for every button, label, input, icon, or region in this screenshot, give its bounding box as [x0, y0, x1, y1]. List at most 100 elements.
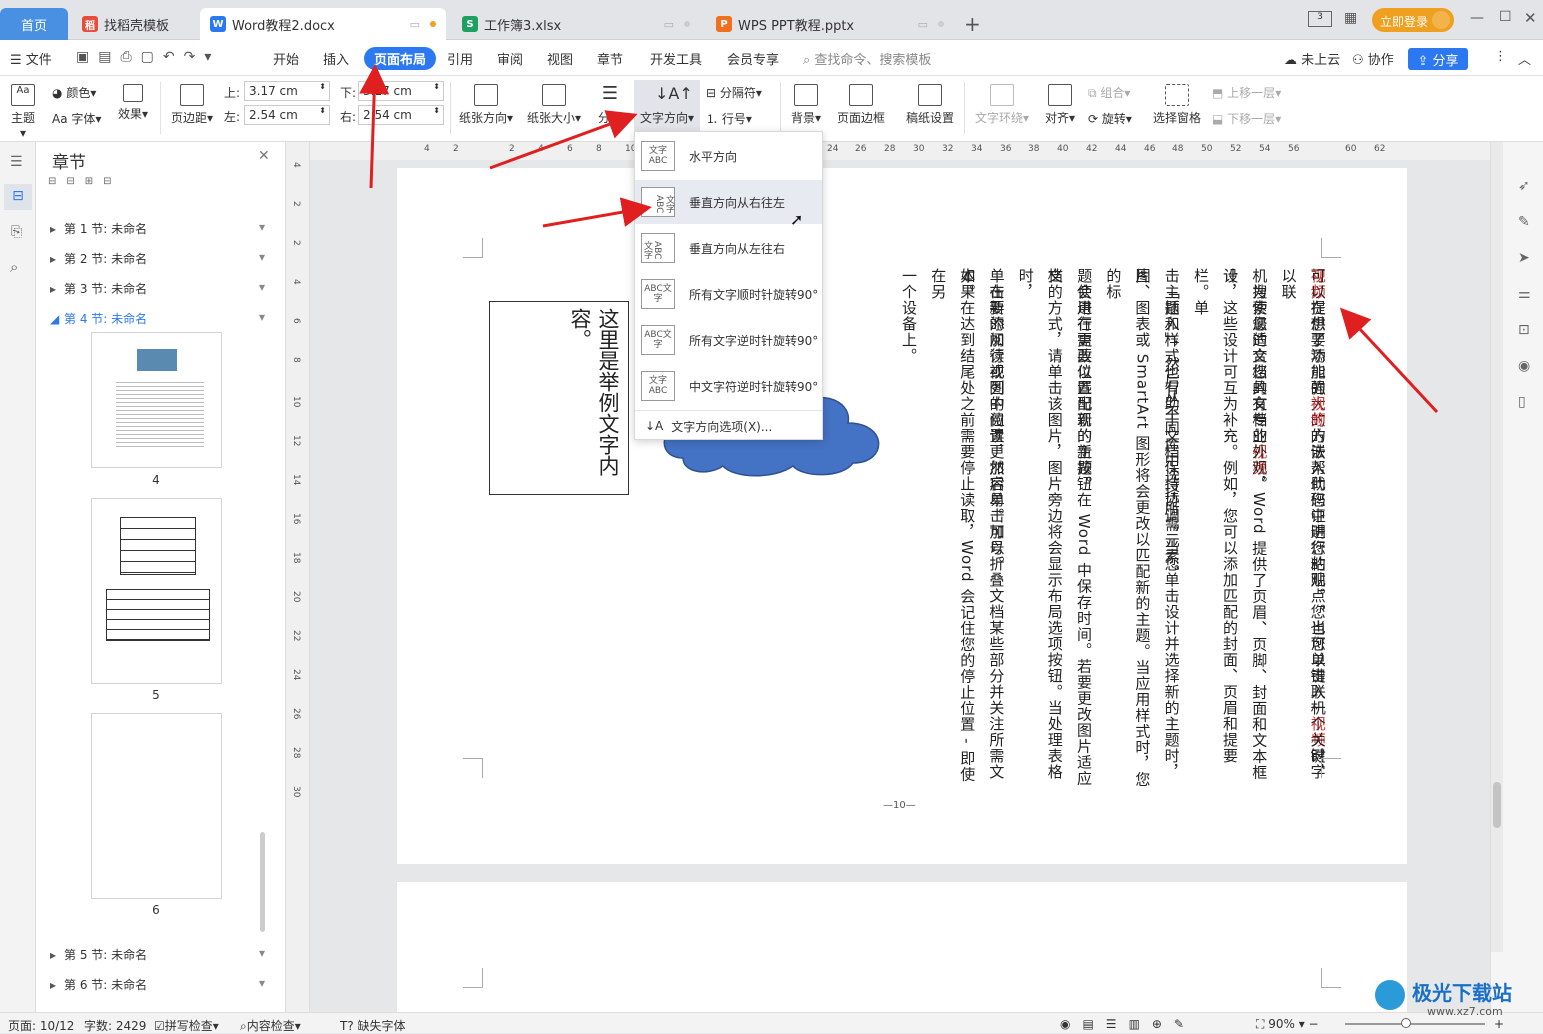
- scroll-thumb[interactable]: [1493, 782, 1501, 828]
- page-thumbnail-5[interactable]: [91, 498, 222, 684]
- page-thumbnail-6[interactable]: [91, 713, 222, 899]
- text-wrap-button[interactable]: 文字环绕▾: [974, 84, 1030, 126]
- left-margin-field[interactable]: 2.54 cm ⬍: [244, 105, 330, 125]
- send-backward-button[interactable]: ⬓ 下移一层▾: [1212, 110, 1281, 127]
- tab-word-doc[interactable]: W Word教程2.docx ▭: [200, 8, 446, 40]
- theme-button[interactable]: Aa 主题▾: [8, 84, 38, 140]
- layout-icon[interactable]: 3: [1308, 11, 1332, 27]
- word-count[interactable]: 字数: 2429: [84, 1017, 146, 1034]
- zoom-level[interactable]: ⛶ 90% ▾ −: [1256, 1017, 1319, 1032]
- collapse-ribbon-icon[interactable]: ︿: [1518, 49, 1531, 68]
- page-indicator[interactable]: 页面: 10/12: [8, 1017, 74, 1034]
- menu-item-options[interactable]: ↓A 文字方向选项(X)...: [635, 412, 822, 440]
- cursor-icon[interactable]: ➤: [1518, 250, 1530, 266]
- grid-paper-button[interactable]: 稿纸设置: [904, 84, 956, 126]
- view-modes[interactable]: ◉▤☰▥⊕✎: [1060, 1017, 1196, 1031]
- section-item-4[interactable]: ◢ 第 4 节: 未命名 ▾: [50, 310, 265, 327]
- breaks-icon: ⊟: [706, 86, 717, 100]
- columns-button[interactable]: ☰ 分栏: [592, 84, 628, 126]
- spell-check[interactable]: ☑拼写检查▾: [154, 1017, 219, 1034]
- document-page[interactable]: 这里是举例文字内容。 视频提供了功能强大的方法帮助您证明您的观点。当您单击联机视…: [397, 168, 1407, 864]
- nav-scrollbar[interactable]: [260, 832, 265, 932]
- tab-ppt[interactable]: P WPS PPT教程.pptx ▭: [706, 8, 954, 40]
- margins-button[interactable]: 页边距▾: [170, 84, 214, 126]
- menu-references[interactable]: 引用: [447, 49, 473, 68]
- location-icon[interactable]: ◉: [1518, 358, 1530, 374]
- menu-view[interactable]: 视图: [547, 49, 573, 68]
- menu-review[interactable]: 审阅: [497, 49, 523, 68]
- rocket-icon[interactable]: ➶: [1518, 178, 1530, 194]
- menu-item-rotate-ccw[interactable]: ABC文字 所有文字逆时针旋转90°: [635, 318, 822, 362]
- menu-page-layout[interactable]: 页面布局: [364, 47, 437, 70]
- paper-size-button[interactable]: 纸张大小▾: [524, 84, 584, 126]
- text-box[interactable]: 这里是举例文字内容。: [489, 301, 629, 495]
- close-icon[interactable]: ✕: [258, 148, 270, 164]
- chapter-nav-icon[interactable]: ⊟: [4, 184, 32, 210]
- page-thumbnail-4[interactable]: [91, 332, 222, 468]
- nav-tools[interactable]: ⊟⊟⊞⊟: [48, 176, 122, 187]
- search-icon[interactable]: ⌕: [10, 258, 18, 276]
- breaks-button[interactable]: ⊟ 分隔符▾: [706, 84, 762, 101]
- bring-forward-button[interactable]: ⬒ 上移一层▾: [1212, 84, 1281, 101]
- quick-access-toolbar[interactable]: ▣▤⎙▢↶↷▾: [76, 49, 220, 65]
- menu-chapter[interactable]: 章节: [597, 49, 623, 68]
- effects-button[interactable]: 效果▾: [116, 84, 150, 122]
- spinner-icon[interactable]: ⬍: [433, 82, 440, 91]
- menu-item-rotate-cw[interactable]: ABC文字 所有文字顺时针旋转90°: [635, 272, 822, 316]
- close-icon[interactable]: ✕: [1524, 9, 1537, 27]
- text-direction-button[interactable]: ↓A↑ 文字方向▾: [634, 80, 700, 138]
- maximize-icon[interactable]: ☐: [1499, 9, 1512, 25]
- section-item-3[interactable]: ▸ 第 3 节: 未命名 ▾: [50, 280, 265, 297]
- menu-developer[interactable]: 开发工具: [650, 49, 702, 68]
- menu-home[interactable]: 开始: [273, 49, 299, 68]
- content-check[interactable]: ⌕内容检查▾: [240, 1017, 301, 1034]
- section-item-6[interactable]: ▸ 第 6 节: 未命名 ▾: [50, 976, 265, 993]
- document-page[interactable]: [397, 882, 1407, 1012]
- outline-icon[interactable]: ☰: [10, 154, 23, 170]
- section-item-2[interactable]: ▸ 第 2 节: 未命名 ▾: [50, 250, 265, 267]
- section-item-1[interactable]: ▸ 第 1 节: 未命名 ▾: [50, 220, 265, 237]
- rotate-button[interactable]: ⟳ 旋转▾: [1088, 110, 1132, 127]
- orientation-button[interactable]: 纸张方向▾: [456, 84, 516, 126]
- selection-pane-button[interactable]: 选择窗格: [1152, 84, 1202, 126]
- colors-button[interactable]: ◕ 颜色▾: [52, 84, 96, 101]
- more-icon[interactable]: ⋮: [1494, 49, 1507, 64]
- tab-excel[interactable]: S 工作簿3.xlsx ▭: [452, 8, 700, 40]
- login-button[interactable]: 立即登录: [1372, 8, 1454, 32]
- tab-template[interactable]: 稻 找稻壳模板: [72, 8, 200, 40]
- command-search[interactable]: ⌕ 查找命令、搜索模板: [803, 49, 931, 68]
- menu-member[interactable]: 会员专享: [727, 49, 779, 68]
- minimize-icon[interactable]: —: [1470, 10, 1484, 26]
- new-tab-icon[interactable]: +: [964, 12, 981, 36]
- collab-button[interactable]: ⚇ 协作: [1352, 49, 1394, 68]
- sliders-icon[interactable]: ⚌: [1518, 286, 1531, 302]
- image-tool-icon[interactable]: ⊡: [1518, 322, 1530, 338]
- tab-home[interactable]: 首页: [0, 8, 68, 40]
- spinner-icon[interactable]: ⬍: [319, 106, 326, 115]
- menu-item-cjk-rotate[interactable]: 文字ABC 中文字符逆时针旋转90°: [635, 364, 822, 408]
- top-margin-field[interactable]: 3.17 cm ⬍: [244, 81, 330, 101]
- pen-icon[interactable]: ✎: [1518, 214, 1530, 230]
- right-margin-field[interactable]: 2.54 cm ⬍: [358, 105, 444, 125]
- grid-icon[interactable]: ▦: [1344, 10, 1357, 26]
- cloud-status[interactable]: ☁ 未上云: [1284, 49, 1340, 68]
- group-button[interactable]: ⧉ 组合▾: [1088, 84, 1130, 101]
- vertical-scrollbar[interactable]: [1491, 142, 1503, 952]
- spinner-icon[interactable]: ⬍: [319, 82, 326, 91]
- book-icon[interactable]: ▯: [1518, 394, 1526, 410]
- file-menu[interactable]: ☰ 文件: [10, 49, 52, 68]
- section-item-5[interactable]: ▸ 第 5 节: 未命名 ▾: [50, 946, 265, 963]
- spinner-icon[interactable]: ⬍: [433, 106, 440, 115]
- missing-fonts[interactable]: T? 缺失字体: [340, 1017, 406, 1034]
- align-button[interactable]: 对齐▾: [1042, 84, 1078, 126]
- menu-insert[interactable]: 插入: [323, 49, 349, 68]
- bookmark-icon[interactable]: ⎘: [11, 224, 22, 240]
- share-button[interactable]: ⇪ 分享: [1408, 48, 1468, 70]
- fonts-button[interactable]: Aa 字体▾: [52, 110, 101, 127]
- background-button[interactable]: 背景▾: [788, 84, 824, 126]
- line-numbers-button[interactable]: ⒈ 行号▾: [706, 110, 752, 127]
- menu-item-vertical-ltr[interactable]: 文字ABC 垂直方向从左往右: [635, 226, 822, 270]
- page-border-button[interactable]: 页面边框: [836, 84, 886, 126]
- menu-item-horizontal[interactable]: 文字ABC 水平方向: [635, 134, 822, 178]
- bottom-margin-field[interactable]: 3.17 cm ⬍: [358, 81, 444, 101]
